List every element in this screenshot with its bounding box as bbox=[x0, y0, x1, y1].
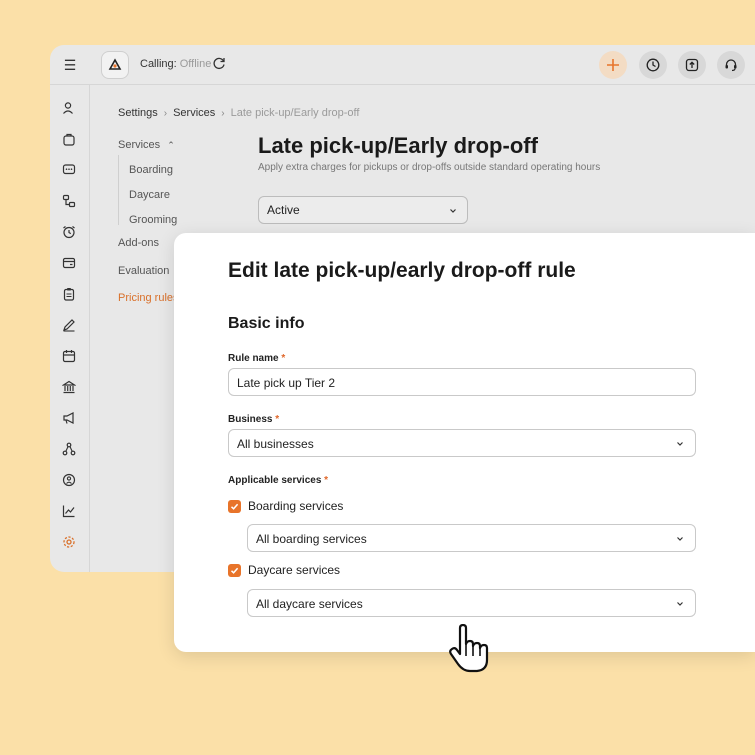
support-button[interactable] bbox=[717, 51, 745, 79]
upload-icon bbox=[685, 58, 699, 72]
clipboard-icon[interactable] bbox=[61, 286, 77, 302]
logo-icon[interactable] bbox=[101, 51, 129, 79]
chevron-down-icon bbox=[675, 438, 685, 452]
required-mark: * bbox=[281, 353, 286, 364]
daycare-services-select[interactable]: All daycare services bbox=[247, 589, 696, 617]
boarding-checkbox[interactable] bbox=[228, 499, 241, 513]
chat-icon[interactable] bbox=[61, 162, 77, 178]
chevron-down-icon bbox=[448, 205, 458, 219]
subnav-evaluation[interactable]: Evaluation bbox=[118, 265, 169, 277]
rule-name-value: Late pick up Tier 2 bbox=[237, 376, 336, 390]
alarm-icon[interactable] bbox=[61, 224, 77, 240]
services-label-text: Applicable services bbox=[228, 475, 322, 486]
rule-name-label-text: Rule name bbox=[228, 353, 279, 364]
history-button[interactable] bbox=[639, 51, 667, 79]
hand-cursor-icon bbox=[446, 623, 494, 679]
status-value: Active bbox=[267, 203, 300, 217]
daycare-checkbox-row[interactable]: Daycare services bbox=[228, 563, 340, 577]
subnav-addons[interactable]: Add-ons bbox=[118, 237, 159, 249]
upload-button[interactable] bbox=[678, 51, 706, 79]
refresh-icon[interactable] bbox=[212, 56, 226, 75]
menu-icon[interactable]: ☰ bbox=[59, 54, 81, 76]
business-select[interactable]: All businesses bbox=[228, 429, 696, 457]
bag-icon[interactable] bbox=[61, 131, 77, 147]
subnav-boarding[interactable]: Boarding bbox=[129, 164, 173, 176]
headset-icon bbox=[725, 59, 737, 72]
subnav-services-label: Services bbox=[118, 139, 161, 151]
breadcrumb-settings[interactable]: Settings bbox=[118, 107, 158, 119]
rule-name-label: Rule name * bbox=[228, 353, 285, 364]
subnav-pricing-rules[interactable]: Pricing rules bbox=[118, 292, 179, 304]
user-icon[interactable] bbox=[61, 100, 77, 116]
calling-label: Calling: bbox=[140, 58, 177, 70]
clock-icon bbox=[646, 58, 660, 72]
required-mark: * bbox=[324, 475, 329, 486]
business-value: All businesses bbox=[237, 437, 314, 451]
subnav-grooming[interactable]: Grooming bbox=[129, 214, 177, 226]
daycare-checkbox[interactable] bbox=[228, 563, 241, 577]
status-select[interactable]: Active bbox=[258, 196, 468, 224]
boarding-checkbox-row[interactable]: Boarding services bbox=[228, 499, 343, 513]
services-label: Applicable services * bbox=[228, 475, 328, 486]
business-label-text: Business bbox=[228, 414, 273, 425]
add-icon bbox=[607, 59, 619, 71]
daycare-services-value: All daycare services bbox=[256, 597, 363, 611]
chart-icon[interactable] bbox=[61, 503, 77, 519]
calendar-icon[interactable] bbox=[61, 348, 77, 364]
breadcrumb-chevron-icon: › bbox=[221, 107, 225, 119]
business-label: Business * bbox=[228, 414, 279, 425]
wallet-icon[interactable] bbox=[61, 255, 77, 271]
breadcrumb-services[interactable]: Services bbox=[173, 107, 215, 119]
breadcrumb-chevron-icon: › bbox=[163, 107, 168, 119]
breadcrumb-current: Late pick-up/Early drop-off bbox=[230, 107, 360, 119]
network-icon[interactable] bbox=[61, 441, 77, 457]
breadcrumb: Settings › Services › Late pick-up/Early… bbox=[118, 107, 359, 119]
edit-rule-modal: Edit late pick-up/early drop-off rule Ba… bbox=[174, 233, 755, 652]
chevron-down-icon bbox=[675, 598, 685, 612]
sidebar bbox=[50, 85, 90, 572]
section-title: Basic info bbox=[228, 315, 305, 332]
daycare-checkbox-label: Daycare services bbox=[248, 563, 341, 577]
boarding-checkbox-label: Boarding services bbox=[248, 499, 344, 513]
required-mark: * bbox=[275, 414, 280, 425]
modal-title: Edit late pick-up/early drop-off rule bbox=[228, 259, 576, 282]
page-subtitle: Apply extra charges for pickups or drop-… bbox=[258, 162, 601, 173]
subnav-daycare[interactable]: Daycare bbox=[129, 189, 170, 201]
megaphone-icon[interactable] bbox=[61, 410, 77, 426]
check-icon bbox=[230, 503, 239, 510]
calling-offline: Offline bbox=[179, 58, 212, 70]
gear-icon[interactable] bbox=[61, 534, 77, 550]
subnav-services[interactable]: Services ⌃ bbox=[118, 139, 175, 151]
pen-icon[interactable] bbox=[61, 317, 77, 333]
page-title: Late pick-up/Early drop-off bbox=[258, 133, 538, 158]
boarding-services-select[interactable]: All boarding services bbox=[247, 524, 696, 552]
rule-name-input[interactable]: Late pick up Tier 2 bbox=[228, 368, 696, 396]
calling-status: Calling: Offline bbox=[140, 58, 211, 70]
chevron-up-icon: ⌃ bbox=[167, 140, 175, 150]
boarding-services-value: All boarding services bbox=[256, 532, 367, 546]
bank-icon[interactable] bbox=[61, 379, 77, 395]
badge-icon[interactable] bbox=[61, 472, 77, 488]
chevron-down-icon bbox=[675, 533, 685, 547]
flow-icon[interactable] bbox=[61, 193, 77, 209]
subnav-tree-line bbox=[118, 155, 119, 225]
add-button[interactable] bbox=[599, 51, 627, 79]
top-bar: ☰ Calling: Offline bbox=[50, 45, 755, 85]
check-icon bbox=[230, 567, 239, 574]
